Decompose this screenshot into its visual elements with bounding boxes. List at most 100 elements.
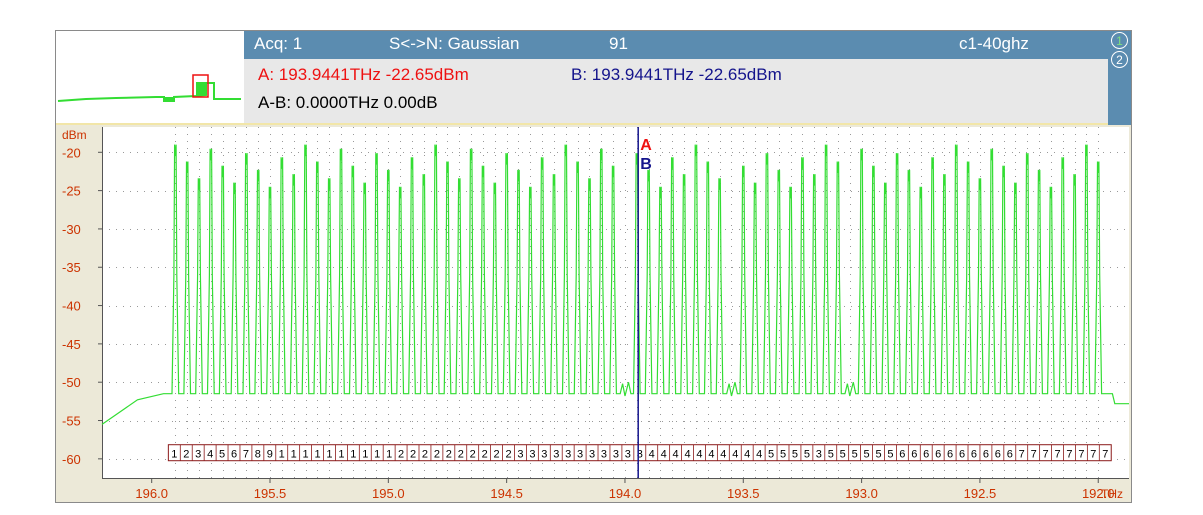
channel-label: 2 bbox=[482, 449, 488, 461]
channel-label: 2 bbox=[470, 449, 476, 461]
channel-label: 5 bbox=[804, 449, 810, 461]
trace-2-button[interactable]: 2 bbox=[1111, 51, 1128, 68]
channel-label: 2 bbox=[494, 449, 500, 461]
y-tick-label: -30 bbox=[62, 222, 81, 237]
channel-label: 5 bbox=[875, 449, 881, 461]
trace-1-button[interactable]: 1 bbox=[1111, 32, 1128, 49]
acq-label: Acq: 1 bbox=[254, 34, 303, 53]
x-tick-label: 192.5 bbox=[964, 486, 997, 501]
x-tick-label: 195.0 bbox=[372, 486, 405, 501]
channel-label: 2 bbox=[422, 449, 428, 461]
channel-label: 1 bbox=[338, 449, 344, 461]
channel-label: 3 bbox=[517, 449, 523, 461]
channel-label: 6 bbox=[935, 449, 941, 461]
channel-label: 1 bbox=[326, 449, 332, 461]
channel-label: 1 bbox=[171, 449, 177, 461]
channel-label: 5 bbox=[792, 449, 798, 461]
channel-label: 6 bbox=[995, 449, 1001, 461]
channel-label: 4 bbox=[720, 449, 726, 461]
channel-label: 6 bbox=[971, 449, 977, 461]
channel-label: 7 bbox=[1078, 449, 1084, 461]
channel-label: 5 bbox=[852, 449, 858, 461]
channel-label: 5 bbox=[840, 449, 846, 461]
channel-label: 6 bbox=[983, 449, 989, 461]
channel-label: 4 bbox=[661, 449, 667, 461]
channel-label: 1 bbox=[314, 449, 320, 461]
overview-thumbnail[interactable] bbox=[56, 31, 244, 125]
spectrum-chart[interactable]: dBm -20 -25 -30 -35 -40 -45 -50 -55 -60 196.0 195.5… bbox=[56, 125, 1131, 502]
channel-label: 2 bbox=[183, 449, 189, 461]
marker-b-readout: B: 193.9441THz -22.65dBm bbox=[571, 65, 782, 84]
marker-a-label: A bbox=[640, 137, 652, 154]
channel-label: 2 bbox=[458, 449, 464, 461]
trace-selector: 1 2 bbox=[1108, 31, 1131, 125]
channel-label: 6 bbox=[911, 449, 917, 461]
x-tick-label: 193.5 bbox=[727, 486, 760, 501]
channel-label: 4 bbox=[744, 449, 750, 461]
channel-label: 5 bbox=[828, 449, 834, 461]
channel-label: 2 bbox=[505, 449, 511, 461]
channel-label: 6 bbox=[899, 449, 905, 461]
channel-label: 8 bbox=[255, 449, 261, 461]
channel-label: 3 bbox=[589, 449, 595, 461]
sn-method-label: S<->N: Gaussian bbox=[389, 34, 520, 53]
marker-a-readout: A: 193.9441THz -22.65dBm bbox=[258, 65, 469, 84]
acquisition-header: Acq: 1 S<->N: Gaussian 91 c1-40ghz bbox=[244, 31, 1108, 59]
y-tick-label: -40 bbox=[62, 299, 81, 314]
x-tick-label: 195.5 bbox=[254, 486, 287, 501]
channel-label: 1 bbox=[303, 449, 309, 461]
marker-delta-readout: A-B: 0.0000THz 0.00dB bbox=[258, 93, 438, 112]
channel-label: 4 bbox=[696, 449, 702, 461]
overview-trace bbox=[57, 82, 241, 102]
y-tick-label: -20 bbox=[62, 145, 81, 160]
y-tick-label: -55 bbox=[62, 414, 81, 429]
channel-label: 1 bbox=[374, 449, 380, 461]
channel-label: 6 bbox=[923, 449, 929, 461]
channel-label: 5 bbox=[887, 449, 893, 461]
channel-label: 6 bbox=[231, 449, 237, 461]
channel-label: 6 bbox=[1007, 449, 1013, 461]
channel-label: 3 bbox=[816, 449, 822, 461]
channel-label: 5 bbox=[219, 449, 225, 461]
channel-label: 7 bbox=[1102, 449, 1108, 461]
y-tick-label: -45 bbox=[62, 337, 81, 352]
overview-graph bbox=[57, 74, 241, 102]
channel-label: 2 bbox=[398, 449, 404, 461]
channel-label: 3 bbox=[613, 449, 619, 461]
overview-dip bbox=[164, 97, 174, 102]
channel-label: 7 bbox=[1043, 449, 1049, 461]
osa-window: Acq: 1 S<->N: Gaussian 91 c1-40ghz A: 19… bbox=[55, 30, 1132, 503]
channel-label: 4 bbox=[649, 449, 655, 461]
channel-label: 4 bbox=[207, 449, 213, 461]
channel-label: 7 bbox=[243, 449, 249, 461]
marker-readout-panel: A: 193.9441THz -22.65dBm B: 193.9441THz … bbox=[244, 59, 1108, 123]
x-tick-label: 194.5 bbox=[490, 486, 523, 501]
channel-label: 7 bbox=[1066, 449, 1072, 461]
channel-label: 3 bbox=[565, 449, 571, 461]
x-tick-label: 196.0 bbox=[135, 486, 168, 501]
marker-b-label: B bbox=[640, 156, 652, 173]
channel-label: 2 bbox=[434, 449, 440, 461]
channel-label: 1 bbox=[362, 449, 368, 461]
channel-label: 4 bbox=[673, 449, 679, 461]
channel-label: 3 bbox=[577, 449, 583, 461]
channel-label: 1 bbox=[291, 449, 297, 461]
channel-label: 3 bbox=[553, 449, 559, 461]
channel-label: 3 bbox=[625, 449, 631, 461]
channel-label: 7 bbox=[1019, 449, 1025, 461]
channel-label: 2 bbox=[446, 449, 452, 461]
y-tick-label: -60 bbox=[62, 452, 81, 467]
x-tick-label: 193.0 bbox=[845, 486, 878, 501]
channel-label: 5 bbox=[780, 449, 786, 461]
channel-label: 4 bbox=[732, 449, 738, 461]
channel-label: 3 bbox=[541, 449, 547, 461]
channel-label: 5 bbox=[864, 449, 870, 461]
channel-label: 7 bbox=[1031, 449, 1037, 461]
channel-label: 6 bbox=[959, 449, 965, 461]
channel-label: 3 bbox=[601, 449, 607, 461]
channel-label: 2 bbox=[410, 449, 416, 461]
acq-count-label: 91 bbox=[609, 34, 628, 53]
spectrum-plot[interactable]: dBm -20 -25 -30 -35 -40 -45 -50 -55 -60 196.0 195.5… bbox=[56, 125, 1131, 502]
channel-label: 3 bbox=[529, 449, 535, 461]
channel-label: 3 bbox=[195, 449, 201, 461]
